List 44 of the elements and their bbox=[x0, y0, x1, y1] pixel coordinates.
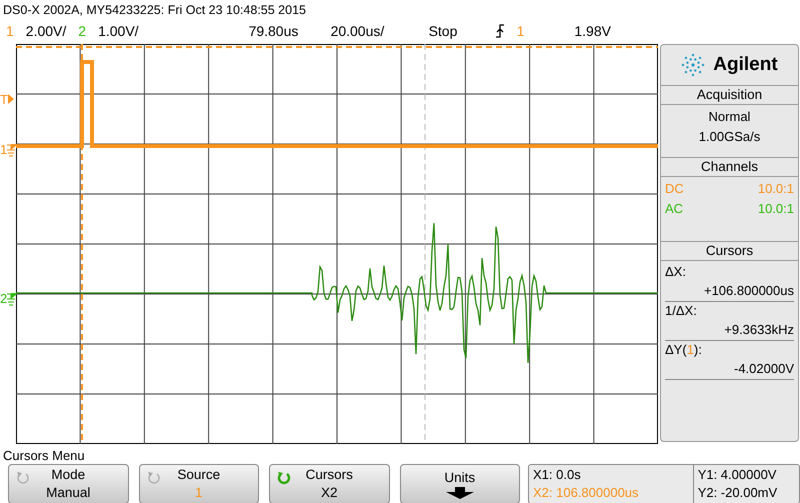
section-header: Channels bbox=[661, 157, 798, 177]
reading-label: ΔY(1): bbox=[665, 341, 703, 359]
run-state: Stop bbox=[428, 23, 458, 39]
delay-readout: 79.80us bbox=[248, 23, 300, 39]
softkey[interactable]: Source 1 bbox=[138, 464, 259, 503]
probe-ratio: 10.0:1 bbox=[758, 180, 794, 198]
acquisition-mode: Normal bbox=[708, 108, 752, 126]
menu-title: Cursors Menu bbox=[3, 448, 85, 463]
channel-coupling: DC bbox=[665, 180, 684, 198]
channel-number: 2 bbox=[78, 23, 86, 39]
ground-marker-icon bbox=[7, 293, 18, 307]
reading-value: -4.02000V bbox=[665, 359, 794, 380]
section-header: Cursors bbox=[661, 241, 798, 261]
softkey[interactable]: Units bbox=[400, 464, 520, 503]
softkey[interactable]: Cursors X2 bbox=[269, 464, 390, 503]
cursor-value: Y1: 4.00000V bbox=[698, 466, 778, 484]
down-arrow-icon bbox=[446, 487, 474, 499]
trigger-level-marker-icon bbox=[8, 94, 14, 104]
channel-coupling: AC bbox=[665, 200, 684, 218]
brand-name: Agilent bbox=[713, 54, 778, 76]
cursor-value: Y2: -20.00mV bbox=[698, 484, 778, 502]
spark-logo-icon bbox=[681, 53, 706, 77]
timebase-readout: 20.00us/ bbox=[330, 23, 386, 39]
cursor-value: X2: 106.800000us bbox=[533, 484, 640, 502]
reading-label: 1/ΔX: bbox=[665, 302, 698, 320]
sample-rate: 1.00GSa/s bbox=[698, 128, 762, 146]
softkey[interactable]: Mode Manual bbox=[8, 464, 128, 503]
channel-scale: 1.00V/ bbox=[98, 23, 139, 39]
cursor-value: X1: 0.0s bbox=[533, 466, 582, 484]
probe-ratio: 10.0:1 bbox=[758, 200, 794, 218]
trigger-edge-icon bbox=[494, 24, 505, 38]
marker-label: 1 bbox=[0, 144, 8, 156]
trigger-source: 1 bbox=[516, 23, 524, 39]
instrument-title: DS0-X 2002A, MY54233225: Fri Oct 23 10:48:55 2015 bbox=[3, 3, 306, 17]
ground-marker-icon bbox=[7, 144, 18, 158]
channel-scale: 2.00V/ bbox=[26, 23, 66, 39]
reading-value: +106.800000us bbox=[665, 281, 794, 302]
trigger-level: 1.98V bbox=[574, 23, 611, 39]
section-header: Acquisition bbox=[661, 85, 798, 105]
marker-label: T bbox=[0, 94, 8, 106]
reading-value: +9.3633kHz bbox=[665, 320, 794, 341]
channel-number: 1 bbox=[6, 23, 14, 39]
marker-label: 2 bbox=[0, 293, 8, 305]
reading-label: ΔX: bbox=[665, 263, 687, 281]
